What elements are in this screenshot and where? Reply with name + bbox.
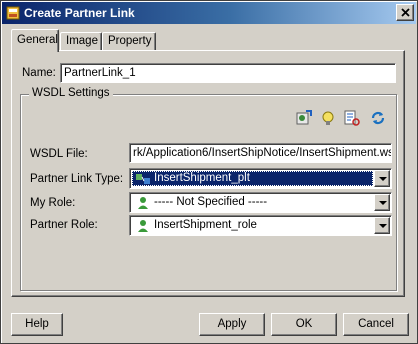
cancel-button[interactable]: Cancel [343, 313, 409, 336]
wsdl-settings-title: WSDL Settings [29, 87, 113, 99]
dialog-title: Create Partner Link [24, 6, 135, 20]
tab-image-label: Image [66, 35, 98, 47]
apply-button[interactable]: Apply [199, 313, 265, 336]
partner-link-type-label: Partner Link Type: [30, 173, 124, 185]
ok-button-label: OK [295, 318, 313, 330]
create-partner-link-dialog: Create Partner Link General Image Proper… [0, 0, 418, 344]
partner-role-select[interactable]: InsertShipment_role [129, 215, 392, 236]
browse-wsdl-icon[interactable] [343, 109, 361, 127]
role-person-icon [135, 219, 151, 233]
partner-link-type-value: InsertShipment_plt [132, 171, 373, 186]
my-role-select[interactable]: ----- Not Specified ----- [129, 192, 392, 213]
title-bar[interactable]: Create Partner Link [2, 2, 416, 24]
wsdl-file-input[interactable]: rk/Application6/InsertShipNotice/InsertS… [129, 143, 392, 163]
partner-role-value: InsertShipment_role [132, 218, 373, 233]
my-role-value: ----- Not Specified ----- [132, 195, 373, 210]
refresh-icon[interactable] [369, 109, 387, 127]
wsdl-file-label: WSDL File: [30, 148, 88, 160]
name-label: Name: [22, 67, 56, 79]
dialog-app-icon [6, 6, 20, 20]
help-button[interactable]: Help [11, 313, 63, 336]
help-button-label: Help [25, 318, 49, 330]
wsdl-settings-group: WSDL Settings WSDL File: rk/Application6… [20, 87, 397, 291]
partner-role-text: InsertShipment_role [154, 219, 257, 231]
close-button[interactable] [396, 4, 414, 21]
partner-link-type-icon [135, 172, 151, 186]
wsdl-file-label-text: WSDL File: [30, 148, 88, 160]
my-role-dropdown-arrow[interactable] [374, 194, 390, 211]
role-person-icon [135, 196, 151, 210]
apply-button-label: Apply [217, 318, 247, 330]
partner-link-type-dropdown-arrow[interactable] [374, 170, 390, 187]
tab-property-label: Property [108, 35, 152, 47]
my-role-label: My Role: [30, 197, 76, 209]
general-panel: Name: PartnerLink_1 WSDL Settings WSDL F… [11, 50, 405, 297]
service-explorer-icon[interactable] [295, 109, 313, 127]
close-icon [401, 8, 410, 17]
tab-general-label: General [17, 34, 58, 46]
partner-role-label: Partner Role: [30, 219, 98, 231]
define-service-icon[interactable] [319, 109, 337, 127]
tab-image[interactable]: Image [60, 32, 102, 51]
ok-button[interactable]: OK [271, 313, 337, 336]
tab-general[interactable]: General [11, 29, 59, 52]
tab-property[interactable]: Property [102, 32, 156, 51]
cancel-button-label: Cancel [358, 318, 394, 330]
my-role-text: ----- Not Specified ----- [154, 196, 268, 208]
partner-link-type-select[interactable]: InsertShipment_plt [129, 168, 392, 189]
partner-link-type-text: InsertShipment_plt [154, 172, 250, 184]
name-input[interactable]: PartnerLink_1 [60, 63, 396, 83]
partner-role-dropdown-arrow[interactable] [374, 217, 390, 234]
